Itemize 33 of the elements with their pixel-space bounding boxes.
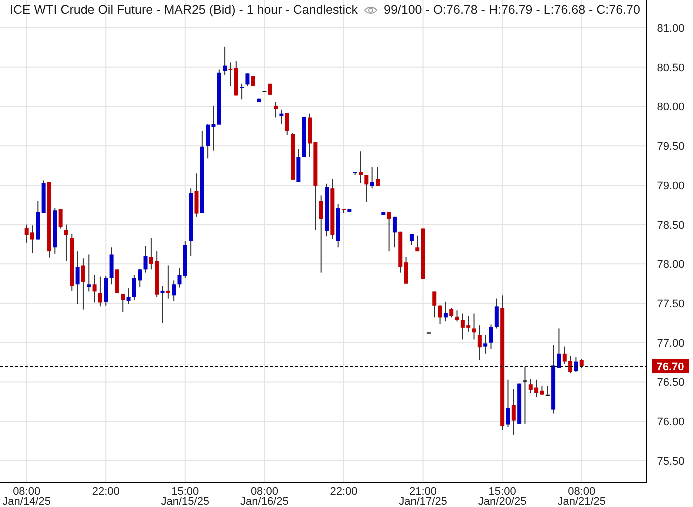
- x-axis-label: 08:00 Jan/21/25: [558, 486, 606, 507]
- y-axis-label: 81.00: [657, 23, 685, 36]
- ref-line-label: 76.70: [656, 362, 684, 374]
- y-axis-label: 76.00: [657, 416, 685, 429]
- x-axis-label: 22:00: [330, 486, 358, 498]
- x-axis-label: 08:00 Jan/14/25: [2, 486, 51, 507]
- candlestick: [30, 225, 34, 254]
- y-axis-label: 79.50: [657, 141, 685, 154]
- y-axis-label: 79.00: [657, 180, 685, 192]
- y-axis-label: 76.50: [657, 377, 685, 390]
- y-axis-label: 77.00: [657, 338, 685, 350]
- candlestick: [257, 98, 262, 103]
- eye-icon[interactable]: [364, 6, 378, 14]
- candlestick: [342, 208, 346, 214]
- y-axis-label: 75.50: [657, 456, 685, 468]
- candlestick: [348, 208, 352, 213]
- chart-title: ICE WTI Crude Oil Future - MAR25 (Bid) - 1 hour - Candlestick: [10, 3, 358, 17]
- ohlc-readout: 99/100 - O:76.78 - H:76.79 - L:76.68 - C:76.70: [384, 3, 640, 17]
- x-axis-label: 15:00 Jan/20/25: [478, 486, 527, 507]
- candlestick: [426, 332, 431, 334]
- candlestick: [325, 183, 329, 238]
- x-axis-label: 21:00 Jan/17/25: [399, 486, 448, 507]
- candlestick: [24, 224, 29, 244]
- x-axis-label: 08:00 Jan/16/25: [240, 486, 289, 507]
- last-price-label: 76.70: [652, 360, 689, 374]
- x-axis-label: 22:00: [92, 486, 120, 498]
- x-axis-label: 15:00 Jan/15/25: [161, 486, 210, 507]
- y-axis-label: 80.50: [657, 62, 685, 74]
- y-axis-label: 78.50: [657, 220, 685, 232]
- y-axis-label: 77.50: [657, 298, 685, 311]
- candlestick: [410, 234, 414, 246]
- y-axis-label: 80.00: [657, 102, 685, 114]
- y-axis-label: 78.00: [657, 259, 685, 272]
